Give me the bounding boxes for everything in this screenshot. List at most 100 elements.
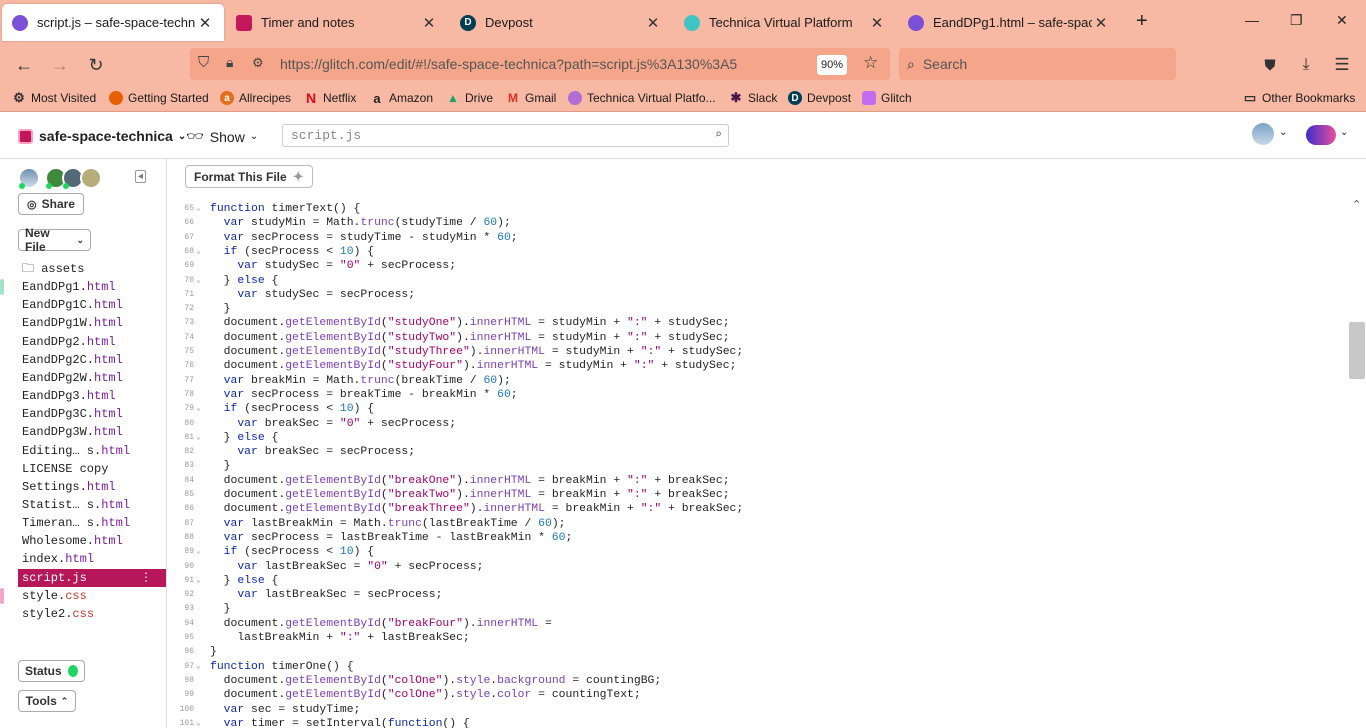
code-text[interactable]: document.getElementById("breakOne").inne… bbox=[210, 474, 730, 488]
tools-button[interactable]: Tools ⌃ bbox=[18, 690, 76, 712]
file-item[interactable]: style2.css bbox=[18, 605, 166, 623]
code-text[interactable]: if (secProcess < 10) { bbox=[210, 245, 374, 259]
file-item[interactable]: Settings.html bbox=[18, 478, 166, 496]
bookmark-amazon[interactable]: a Amazon bbox=[370, 91, 433, 106]
file-item[interactable]: LICENSE copy bbox=[18, 460, 166, 478]
fold-icon[interactable]: ⌄ bbox=[196, 245, 201, 259]
file-item[interactable]: EandDPg3W.html bbox=[18, 423, 166, 441]
fold-icon[interactable]: ⌄ bbox=[196, 574, 201, 588]
code-line[interactable]: 81 ⌄ } else { bbox=[168, 431, 1348, 445]
bookmark-star-icon[interactable]: ☆ bbox=[863, 53, 878, 73]
code-text[interactable]: } else { bbox=[210, 574, 279, 588]
fold-icon[interactable]: ⌄ bbox=[196, 202, 201, 216]
code-line[interactable]: 76 document.getElementById("studyFour").… bbox=[168, 359, 1348, 373]
bookmark-gmail[interactable]: M Gmail bbox=[506, 91, 556, 105]
code-line[interactable]: 88 var secProcess = lastBreakTime - last… bbox=[168, 531, 1348, 545]
file-item[interactable]: EandDPg1W.html bbox=[18, 314, 166, 332]
code-line[interactable]: 83 } bbox=[168, 459, 1348, 473]
lock-icon[interactable]: 🔒︎ bbox=[226, 54, 233, 71]
bookmark-drive[interactable]: ▲ Drive bbox=[446, 91, 493, 105]
close-window-icon[interactable]: ✕ bbox=[1336, 12, 1348, 29]
code-area[interactable]: 65 ⌄ function timerText() {66 var studyMin… bbox=[168, 198, 1348, 728]
code-line[interactable]: 73 document.getElementById("studyOne").i… bbox=[168, 316, 1348, 330]
code-text[interactable]: var breakMin = Math.trunc(breakTime / 60… bbox=[210, 374, 511, 388]
code-text[interactable]: } bbox=[210, 459, 231, 473]
browser-tab-1[interactable]: Timer and notes ✕ bbox=[226, 4, 448, 41]
code-text[interactable]: var sec = studyTime; bbox=[210, 703, 361, 717]
code-text[interactable]: var studyMin = Math.trunc(studyTime / 60… bbox=[210, 216, 511, 230]
user-avatar[interactable] bbox=[1252, 123, 1274, 145]
code-text[interactable]: } else { bbox=[210, 274, 279, 288]
collaborator-avatar[interactable] bbox=[80, 167, 102, 189]
file-item[interactable]: EandDPg1.html bbox=[18, 278, 166, 296]
code-text[interactable]: lastBreakMin + ":" + lastBreakSec; bbox=[210, 631, 469, 645]
code-text[interactable]: var lastBreakSec = secProcess; bbox=[210, 588, 442, 602]
project-name-button[interactable]: safe-space-technica ⌄ bbox=[18, 128, 186, 144]
fold-icon[interactable]: ⌄ bbox=[196, 717, 201, 728]
code-line[interactable]: 70 ⌄ } else { bbox=[168, 274, 1348, 288]
code-line[interactable]: 101 ⌄ var timer = setInterval(function() … bbox=[168, 717, 1348, 728]
file-item[interactable]: index.html bbox=[18, 550, 166, 568]
code-text[interactable]: document.getElementById("breakTwo").inne… bbox=[210, 488, 730, 502]
code-line[interactable]: 78 var secProcess = breakTime - breakMin… bbox=[168, 388, 1348, 402]
close-icon[interactable]: ✕ bbox=[1092, 14, 1110, 32]
fold-icon[interactable]: ⌄ bbox=[196, 402, 201, 416]
fold-icon[interactable]: ⌄ bbox=[196, 431, 201, 445]
code-text[interactable]: document.getElementById("breakThree").in… bbox=[210, 502, 744, 516]
file-item[interactable]: EandDPg2W.html bbox=[18, 369, 166, 387]
forward-icon[interactable]: → bbox=[49, 54, 71, 76]
fold-icon[interactable]: ⌄ bbox=[196, 545, 201, 559]
code-text[interactable]: document.getElementById("studyTwo").inne… bbox=[210, 331, 730, 345]
file-item[interactable]: EandDPg1C.html bbox=[18, 296, 166, 314]
code-line[interactable]: 85 document.getElementById("breakTwo").i… bbox=[168, 488, 1348, 502]
code-line[interactable]: 67 var secProcess = studyTime - studyMin… bbox=[168, 231, 1348, 245]
bookmark-slack[interactable]: ✱ Slack bbox=[729, 90, 778, 105]
bookmark-netflix[interactable]: N Netflix bbox=[304, 90, 356, 106]
bookmark-devpost[interactable]: D Devpost bbox=[788, 91, 851, 105]
code-text[interactable]: if (secProcess < 10) { bbox=[210, 545, 374, 559]
code-line[interactable]: 93 } bbox=[168, 602, 1348, 616]
fold-icon[interactable]: ⌄ bbox=[196, 274, 201, 288]
code-line[interactable]: 75 document.getElementById("studyThree")… bbox=[168, 345, 1348, 359]
zoom-level[interactable]: 90% bbox=[817, 55, 847, 75]
code-line[interactable]: 84 document.getElementById("breakOne").i… bbox=[168, 474, 1348, 488]
other-bookmarks[interactable]: ▭ Other Bookmarks bbox=[1243, 90, 1356, 105]
code-text[interactable]: } else { bbox=[210, 431, 279, 445]
fold-icon[interactable]: ⌄ bbox=[196, 660, 201, 674]
code-text[interactable]: document.getElementById("studyFour").inn… bbox=[210, 359, 737, 373]
code-line[interactable]: 97 ⌄ function timerOne() { bbox=[168, 660, 1348, 674]
bookmark-most-visited[interactable]: ⚙ Most Visited bbox=[12, 90, 96, 105]
code-text[interactable]: var studySec = secProcess; bbox=[210, 288, 415, 302]
code-line[interactable]: 87 var lastBreakMin = Math.trunc(lastBre… bbox=[168, 517, 1348, 531]
file-item[interactable]: Statist… s.html bbox=[18, 496, 166, 514]
file-item[interactable]: script.js ⋮ bbox=[18, 568, 166, 587]
glitch-fish-icon[interactable] bbox=[1306, 125, 1336, 145]
close-icon[interactable]: ✕ bbox=[644, 14, 662, 32]
code-line[interactable]: 65 ⌄ function timerText() { bbox=[168, 202, 1348, 216]
code-text[interactable]: var secProcess = breakTime - breakMin * … bbox=[210, 388, 518, 402]
code-text[interactable]: var studySec = "0" + secProcess; bbox=[210, 259, 456, 273]
code-line[interactable]: 96} bbox=[168, 645, 1348, 659]
format-file-button[interactable]: Format This File ✦ bbox=[185, 165, 313, 188]
code-line[interactable]: 98 document.getElementById("colOne").sty… bbox=[168, 674, 1348, 688]
code-text[interactable]: document.getElementById("studyThree").in… bbox=[210, 345, 744, 359]
url-bar[interactable]: ⛉ 🔒︎ ⚙ https://glitch.com/edit/#!/safe-s… bbox=[190, 48, 890, 80]
editor-scrollbar[interactable]: ⌃ bbox=[1348, 198, 1366, 728]
bookmark-technica[interactable]: Technica Virtual Platfo... bbox=[568, 91, 716, 105]
code-text[interactable]: var lastBreakSec = "0" + secProcess; bbox=[210, 560, 483, 574]
code-line[interactable]: 89 ⌄ if (secProcess < 10) { bbox=[168, 545, 1348, 559]
browser-tab-2[interactable]: D Devpost ✕ bbox=[450, 4, 672, 41]
file-options-icon[interactable]: ⋮ bbox=[140, 569, 152, 587]
scrollbar-thumb[interactable] bbox=[1349, 322, 1365, 379]
code-line[interactable]: 80 var breakSec = "0" + secProcess; bbox=[168, 417, 1348, 431]
new-tab-button[interactable]: + bbox=[1136, 10, 1148, 33]
chevron-down-icon[interactable]: ⌄ bbox=[1279, 127, 1287, 138]
scroll-up-icon[interactable]: ⌃ bbox=[1352, 198, 1361, 211]
browser-tab-0[interactable]: script.js – safe-space-technica ✕ bbox=[2, 4, 224, 41]
code-line[interactable]: 66 var studyMin = Math.trunc(studyTime /… bbox=[168, 216, 1348, 230]
code-text[interactable]: var lastBreakMin = Math.trunc(lastBreakT… bbox=[210, 517, 566, 531]
code-text[interactable]: if (secProcess < 10) { bbox=[210, 402, 374, 416]
chevron-down-icon[interactable]: ⌄ bbox=[1340, 127, 1348, 138]
browser-tab-3[interactable]: Technica Virtual Platform ✕ bbox=[674, 4, 896, 41]
code-line[interactable]: 91 ⌄ } else { bbox=[168, 574, 1348, 588]
